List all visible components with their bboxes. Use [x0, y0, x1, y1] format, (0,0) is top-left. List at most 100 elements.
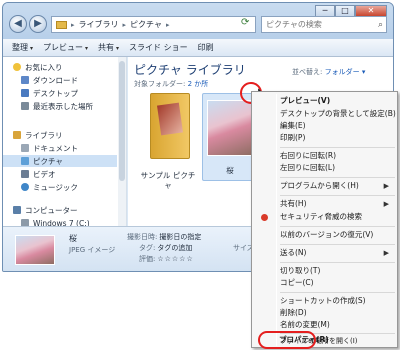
nav-documents[interactable]: ドキュメント [21, 142, 78, 154]
menu-item-rotate-counterclockwise[interactable]: 左回りに回転(L) [255, 162, 395, 174]
minimize-icon: ─ [322, 6, 328, 15]
includes-link[interactable]: 2 か所 [188, 80, 209, 88]
search-icon: ⌕ [377, 19, 383, 30]
highlight-ring-properties [258, 331, 316, 349]
tile-label: サンプル ピクチャ [140, 171, 196, 190]
menu-separator [280, 244, 395, 245]
image-tile-sakura[interactable]: 桜 [202, 93, 256, 181]
details-filetype: JPEG イメージ [69, 246, 116, 254]
maximize-icon: □ [341, 6, 349, 15]
nav-desktop[interactable]: デスクトップ [21, 87, 78, 99]
library-icon [13, 131, 21, 139]
open-with-label: プログラムから開く(H) [280, 181, 359, 190]
tags-label: タグ: [139, 244, 156, 252]
command-bar: 整理 ▾ プレビュー ▾ 共有 ▾ スライド ショー 印刷 [3, 39, 393, 57]
folder-tile-sample-pictures[interactable]: サンプル ピクチャ [138, 93, 198, 190]
breadcrumb-pictures[interactable]: ピクチャ [130, 19, 162, 30]
date-taken-value[interactable]: 撮影日の指定 [159, 233, 201, 241]
search-input[interactable] [266, 20, 366, 29]
breadcrumb-separator: ▸ [165, 20, 170, 29]
star-icon [13, 63, 21, 71]
pictures-icon [21, 157, 29, 165]
library-title: ピクチャ ライブラリ [134, 63, 246, 77]
details-filename: 桜 [69, 234, 77, 243]
organize-label: 整理 [12, 43, 28, 52]
nav-pictures[interactable]: ピクチャ [3, 155, 117, 167]
music-icon [21, 183, 29, 191]
breadcrumb-separator: ▸ [122, 20, 127, 29]
nav-favorites[interactable]: お気に入り [13, 61, 63, 73]
includes-label: 対象フォルダー: [134, 80, 188, 88]
download-folder-icon [21, 76, 29, 84]
menu-item-preview[interactable]: プレビュー(V) [255, 95, 395, 107]
arrange-by: 並べ替え: フォルダー ▾ [292, 67, 365, 77]
videos-icon [21, 170, 29, 178]
nav-recent-places[interactable]: 最近表示した場所 [21, 100, 93, 112]
rating-stars[interactable]: ☆☆☆☆☆ [157, 255, 193, 263]
share-label: 共有(H) [280, 199, 307, 208]
breadcrumb-separator: ▸ [71, 20, 75, 29]
menu-item-restore-previous-versions[interactable]: 以前のバージョンの復元(V) [255, 229, 395, 241]
menu-item-security-scan[interactable]: セキュリティ脅威の検索 [255, 211, 395, 223]
menu-separator [280, 262, 395, 263]
nav-label: お気に入り [25, 62, 63, 72]
folder-icon [150, 93, 190, 159]
nav-videos[interactable]: ビデオ [21, 168, 56, 180]
desktop-icon [21, 89, 29, 97]
nav-label: デスクトップ [33, 88, 78, 98]
tile-label: 桜 [226, 166, 234, 175]
menu-item-rotate-clockwise[interactable]: 右回りに回転(R) [255, 150, 395, 162]
menu-item-delete[interactable]: 削除(D) [255, 307, 395, 319]
menu-item-create-shortcut[interactable]: ショートカットの作成(S) [255, 295, 395, 307]
menu-item-edit[interactable]: 編集(E) [255, 120, 395, 132]
library-includes: 対象フォルダー: 2 か所 [134, 79, 208, 89]
menu-item-print[interactable]: 印刷(P) [255, 132, 395, 144]
menu-item-open-with[interactable]: プログラムから開く(H) ▶ [255, 180, 395, 192]
security-scan-icon [261, 214, 268, 221]
nav-scrollbar-thumb[interactable] [119, 61, 125, 181]
nav-computer[interactable]: コンピューター [13, 204, 78, 216]
submenu-arrow-icon: ▶ [383, 182, 389, 190]
menu-separator [280, 226, 395, 227]
menu-item-send-to[interactable]: 送る(N) ▶ [255, 247, 395, 259]
menu-item-set-desktop-background[interactable]: デスクトップの背景として設定(B) [255, 108, 396, 120]
address-bar[interactable]: ▸ ライブラリ ▸ ピクチャ ▸ [51, 16, 256, 33]
chevron-down-icon[interactable]: ▾ [360, 68, 366, 76]
submenu-arrow-icon: ▶ [383, 200, 389, 208]
nav-music[interactable]: ミュージック [21, 181, 78, 193]
refresh-icon[interactable]: ⟳ [241, 17, 255, 31]
forward-button[interactable]: ▶ [29, 15, 47, 33]
rating-label: 評価: [139, 255, 156, 263]
nav-label: ピクチャ [33, 156, 63, 166]
details-thumbnail [15, 235, 55, 265]
print-button[interactable]: 印刷 [193, 42, 219, 53]
tags-value[interactable]: タグの追加 [157, 244, 192, 252]
slideshow-button[interactable]: スライド ショー [124, 42, 193, 53]
menu-item-share[interactable]: 共有(H) ▶ [255, 198, 395, 210]
nav-label: ビデオ [33, 169, 56, 179]
arrange-link[interactable]: フォルダー [325, 68, 360, 76]
share-button[interactable]: 共有 ▾ [93, 42, 124, 53]
organize-button[interactable]: 整理 ▾ [7, 42, 38, 53]
nav-downloads[interactable]: ダウンロード [21, 74, 78, 86]
date-taken-label: 撮影日時: [127, 233, 158, 241]
breadcrumb-libraries[interactable]: ライブラリ [79, 19, 119, 30]
back-button[interactable]: ◀ [9, 15, 27, 33]
menu-item-copy[interactable]: コピー(C) [255, 277, 395, 289]
computer-icon [13, 206, 21, 214]
search-box[interactable]: ⌕ [261, 16, 387, 33]
nav-libraries[interactable]: ライブラリ [13, 129, 63, 141]
nav-scrollbar[interactable] [118, 57, 126, 226]
menu-separator [280, 195, 395, 196]
folder-icon [56, 20, 67, 29]
chevron-down-icon: ▾ [85, 45, 89, 52]
nav-label: 最近表示した場所 [33, 101, 93, 111]
forward-arrow-icon: ▶ [34, 18, 42, 29]
details-date-taken: 撮影日時: 撮影日の指定 [127, 232, 201, 242]
arrange-label: 並べ替え: [292, 68, 325, 76]
nav-label: コンピューター [25, 205, 78, 215]
menu-item-rename[interactable]: 名前の変更(M) [255, 319, 395, 331]
preview-button[interactable]: プレビュー ▾ [38, 42, 93, 53]
chevron-down-icon: ▾ [116, 45, 120, 52]
menu-item-cut[interactable]: 切り取り(T) [255, 265, 395, 277]
